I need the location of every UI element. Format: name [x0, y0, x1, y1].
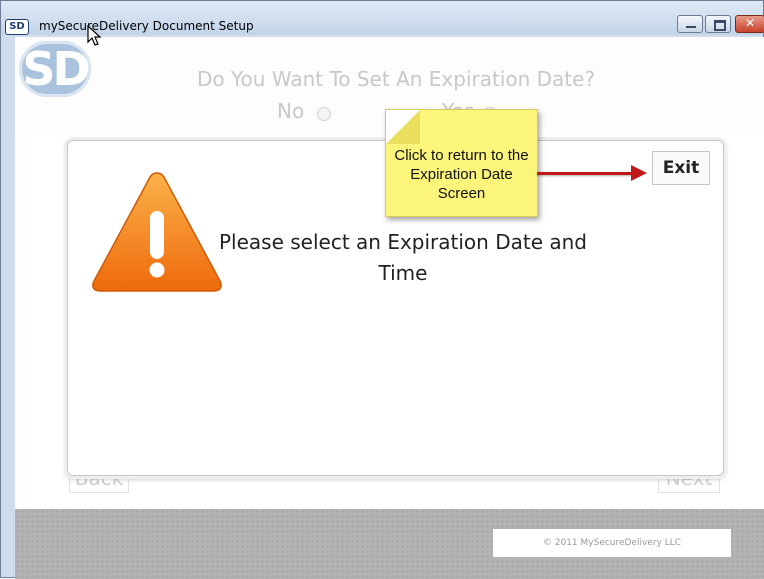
option-no-label: No [277, 99, 305, 123]
copyright-text: © 2011 MySecureDelivery LLC [493, 529, 731, 557]
close-button[interactable] [735, 15, 764, 33]
option-no-radio[interactable] [317, 107, 331, 121]
callout-fold [386, 110, 420, 144]
arrow-head-icon [631, 165, 647, 181]
app-window: SD mySecureDelivery Document Setup SD Do… [0, 0, 764, 579]
warning-icon [92, 172, 222, 292]
alert-message: Please select an Expiration Date and Tim… [219, 230, 587, 285]
callout-arrow [537, 172, 635, 175]
callout-text: Click to return to the Expiration Date S… [394, 147, 529, 202]
exit-button[interactable]: Exit [652, 151, 710, 185]
tutorial-callout: Click to return to the Expiration Date S… [385, 109, 538, 217]
footer: © 2011 MySecureDelivery LLC [15, 509, 764, 579]
mouse-cursor-icon [87, 25, 102, 46]
title-bar[interactable]: SD mySecureDelivery Document Setup [1, 1, 764, 35]
app-logo-icon: SD [5, 19, 29, 35]
minimize-button[interactable] [677, 15, 703, 33]
expiration-question: Do You Want To Set An Expiration Date? [197, 67, 596, 91]
window-title: mySecureDelivery Document Setup [39, 19, 254, 33]
sd-logo: SD [19, 41, 91, 97]
maximize-button[interactable] [705, 15, 731, 33]
